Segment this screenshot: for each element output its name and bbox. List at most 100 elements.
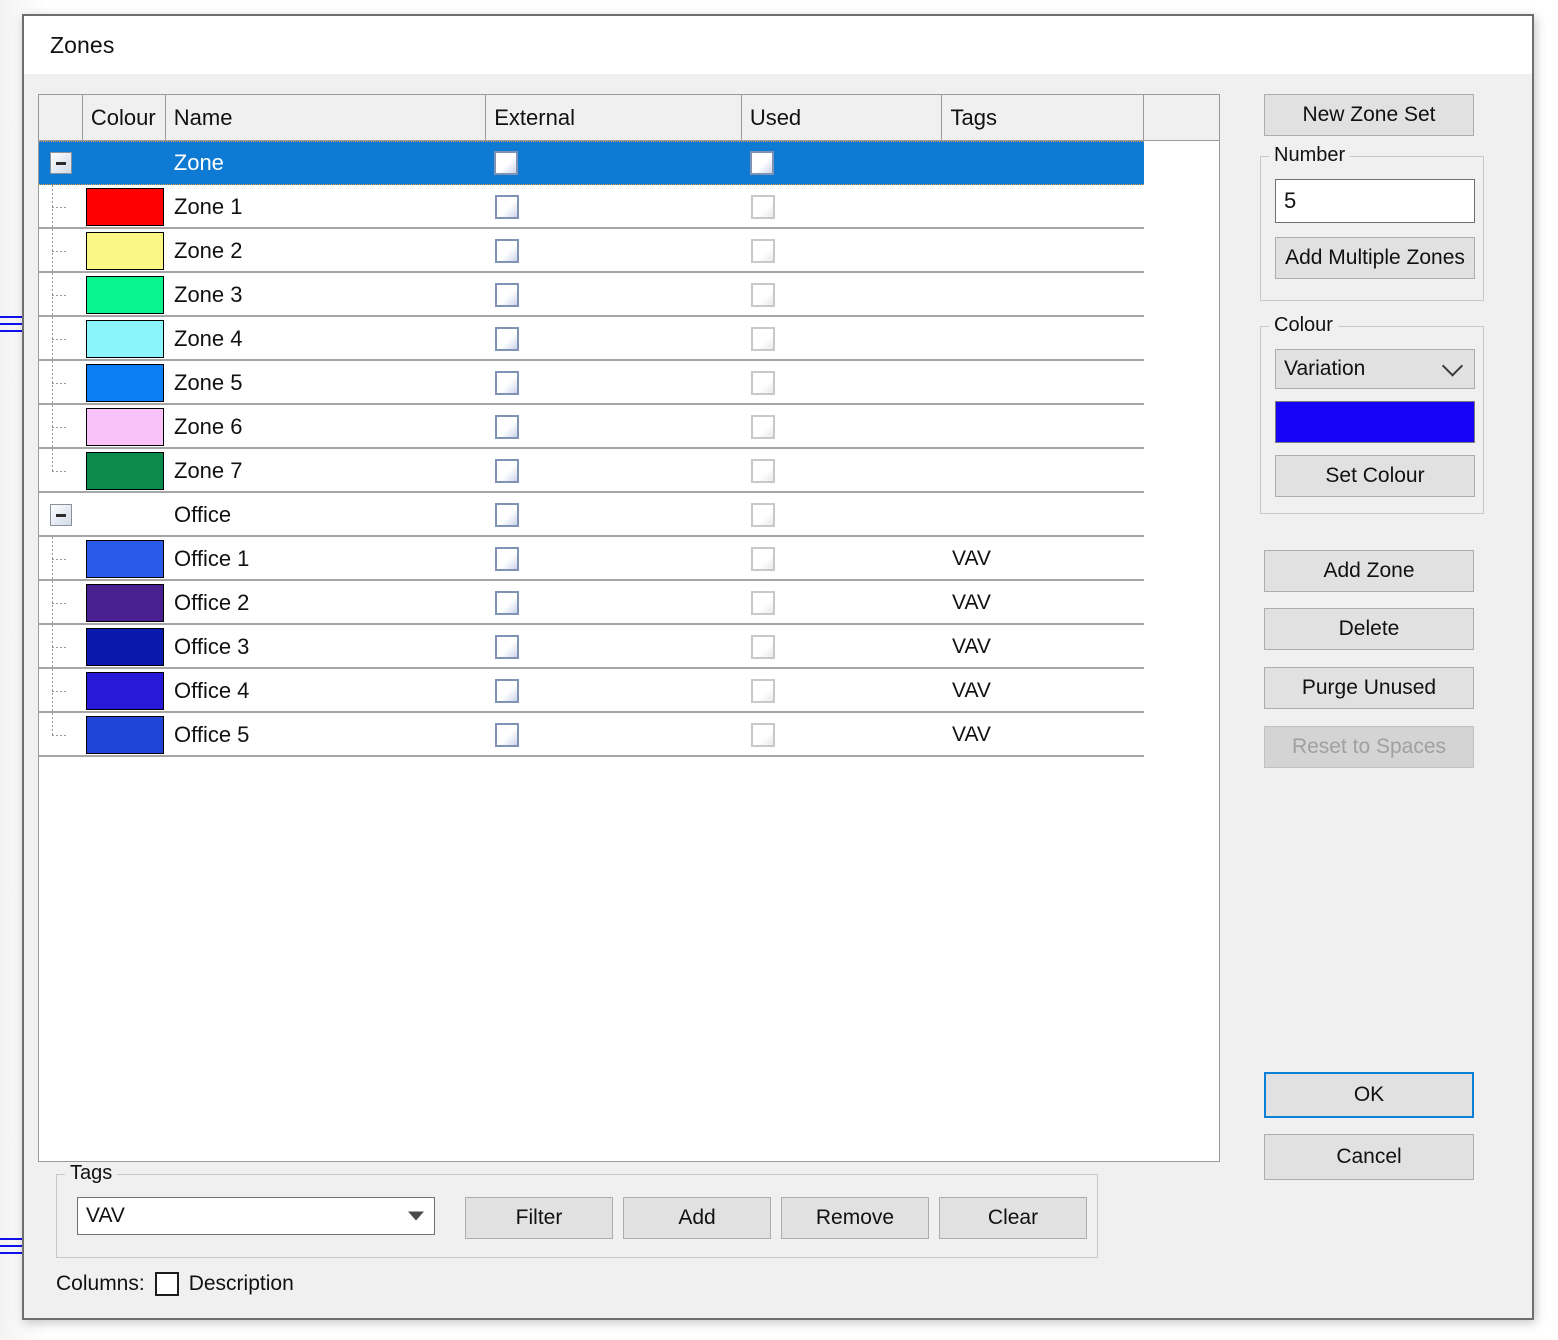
row-tags-cell[interactable]	[944, 229, 1146, 273]
row-external-cell[interactable]	[487, 229, 743, 273]
add-multiple-zones-button[interactable]: Add Multiple Zones	[1275, 237, 1475, 279]
table-row[interactable]: Zone 6	[39, 405, 1219, 449]
row-tags-cell[interactable]	[944, 405, 1146, 449]
table-row[interactable]: Office 5 VAV	[39, 713, 1219, 757]
row-external-cell[interactable]	[487, 273, 743, 317]
filter-button[interactable]: Filter	[465, 1197, 613, 1239]
row-used-cell[interactable]	[743, 625, 944, 669]
row-name-cell[interactable]: Office 3	[166, 625, 487, 669]
row-tree-cell[interactable]	[39, 141, 83, 185]
row-colour-cell[interactable]	[83, 317, 166, 361]
colour-swatch[interactable]	[85, 188, 164, 226]
external-checkbox[interactable]	[494, 151, 519, 175]
row-tags-cell[interactable]	[942, 141, 1144, 185]
row-name-cell[interactable]: Zone 7	[166, 449, 487, 493]
row-external-cell[interactable]	[487, 625, 743, 669]
row-tree-cell[interactable]	[39, 581, 83, 625]
row-used-cell[interactable]	[742, 141, 943, 185]
row-colour-cell[interactable]	[83, 141, 166, 185]
row-colour-cell[interactable]	[83, 581, 166, 625]
grid-header-external[interactable]: External	[486, 95, 742, 140]
row-colour-cell[interactable]	[83, 361, 166, 405]
row-tree-cell[interactable]	[39, 669, 83, 713]
row-tree-cell[interactable]	[39, 405, 83, 449]
row-tags-cell[interactable]: VAV	[944, 669, 1146, 713]
row-tree-cell[interactable]	[39, 317, 83, 361]
description-column-checkbox[interactable]	[154, 1272, 179, 1296]
colour-swatch[interactable]	[85, 716, 164, 754]
table-row[interactable]: Zone 7	[39, 449, 1219, 493]
row-name-cell[interactable]: Office	[166, 493, 487, 537]
row-external-cell[interactable]	[487, 405, 743, 449]
row-tags-cell[interactable]	[944, 449, 1146, 493]
cancel-button[interactable]: Cancel	[1264, 1134, 1474, 1180]
colour-swatch[interactable]	[85, 364, 164, 402]
row-name-cell[interactable]: Zone 2	[166, 229, 487, 273]
row-tags-cell[interactable]	[944, 317, 1146, 361]
row-colour-cell[interactable]	[83, 273, 166, 317]
row-used-cell[interactable]	[743, 185, 944, 229]
row-used-cell[interactable]	[743, 581, 944, 625]
colour-preview-swatch[interactable]	[1275, 401, 1475, 443]
external-checkbox[interactable]	[495, 415, 519, 439]
new-zone-set-button[interactable]: New Zone Set	[1264, 94, 1474, 136]
external-checkbox[interactable]	[495, 459, 519, 483]
table-row[interactable]: Zone 3	[39, 273, 1219, 317]
row-used-cell[interactable]	[743, 537, 944, 581]
external-checkbox[interactable]	[495, 195, 519, 219]
colour-swatch[interactable]	[85, 276, 164, 314]
row-tags-cell[interactable]: VAV	[944, 625, 1146, 669]
ok-button[interactable]: OK	[1264, 1072, 1474, 1118]
table-row[interactable]: Zone 1	[39, 185, 1219, 229]
table-row[interactable]: Office 4 VAV	[39, 669, 1219, 713]
colour-swatch[interactable]	[85, 408, 164, 446]
external-checkbox[interactable]	[495, 283, 519, 307]
row-colour-cell[interactable]	[83, 625, 166, 669]
row-used-cell[interactable]	[743, 405, 944, 449]
row-external-cell[interactable]	[487, 581, 743, 625]
row-tree-cell[interactable]	[39, 625, 83, 669]
row-colour-cell[interactable]	[83, 493, 166, 537]
row-used-cell[interactable]	[743, 449, 944, 493]
row-external-cell[interactable]	[487, 185, 743, 229]
row-external-cell[interactable]	[487, 669, 743, 713]
table-row[interactable]: Zone	[39, 141, 1144, 185]
colour-swatch[interactable]	[85, 452, 164, 490]
table-row[interactable]: Office	[39, 493, 1219, 537]
grid-header-name[interactable]: Name	[165, 95, 487, 140]
external-checkbox[interactable]	[495, 635, 519, 659]
row-name-cell[interactable]: Zone 5	[166, 361, 487, 405]
external-checkbox[interactable]	[495, 723, 519, 747]
row-name-cell[interactable]: Zone 1	[166, 185, 487, 229]
row-external-cell[interactable]	[487, 449, 743, 493]
row-external-cell[interactable]	[487, 713, 743, 757]
row-tags-cell[interactable]: VAV	[944, 581, 1146, 625]
row-tags-cell[interactable]	[944, 493, 1146, 537]
row-external-cell[interactable]	[486, 141, 742, 185]
number-input[interactable]: 5	[1275, 179, 1475, 223]
row-tree-cell[interactable]	[39, 537, 83, 581]
row-tree-cell[interactable]	[39, 229, 83, 273]
table-row[interactable]: Zone 2	[39, 229, 1219, 273]
colour-swatch[interactable]	[85, 672, 164, 710]
row-name-cell[interactable]: Zone 6	[166, 405, 487, 449]
row-external-cell[interactable]	[487, 537, 743, 581]
external-checkbox[interactable]	[495, 591, 519, 615]
row-tree-cell[interactable]	[39, 273, 83, 317]
external-checkbox[interactable]	[495, 327, 519, 351]
row-used-cell[interactable]	[743, 273, 944, 317]
row-external-cell[interactable]	[487, 361, 743, 405]
row-used-cell[interactable]	[743, 317, 944, 361]
colour-swatch[interactable]	[85, 540, 164, 578]
external-checkbox[interactable]	[495, 547, 519, 571]
clear-tags-button[interactable]: Clear	[939, 1197, 1087, 1239]
colour-swatch[interactable]	[85, 628, 164, 666]
row-name-cell[interactable]: Office 5	[166, 713, 487, 757]
table-row[interactable]: Zone 4	[39, 317, 1219, 361]
row-colour-cell[interactable]	[83, 229, 166, 273]
external-checkbox[interactable]	[495, 239, 519, 263]
row-name-cell[interactable]: Zone	[166, 141, 486, 185]
row-colour-cell[interactable]	[83, 537, 166, 581]
row-used-cell[interactable]	[743, 229, 944, 273]
row-colour-cell[interactable]	[83, 185, 166, 229]
